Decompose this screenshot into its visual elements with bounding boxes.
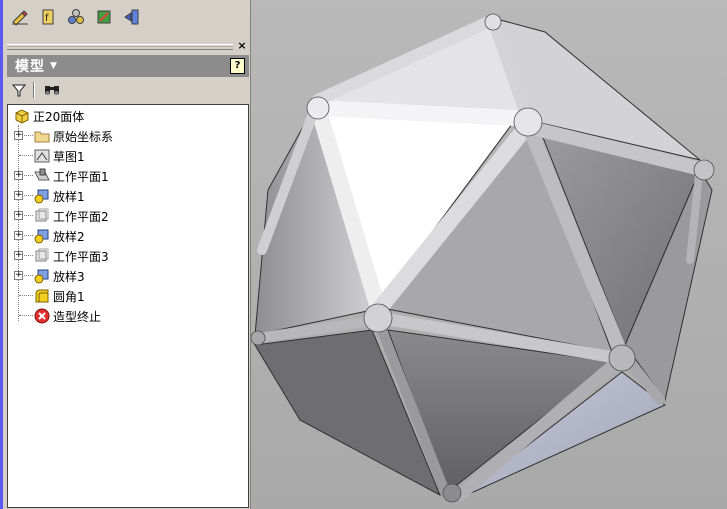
tree-item-label: 草图1 bbox=[53, 149, 85, 164]
tree-item-label: 原始坐标系 bbox=[53, 129, 114, 144]
toolbar-separator bbox=[33, 82, 35, 98]
vertex-blend bbox=[513, 107, 543, 137]
workplane-icon bbox=[35, 248, 49, 262]
tree-item-label: 放样1 bbox=[53, 189, 85, 204]
tree-item-loft2[interactable]: 放样2 bbox=[34, 226, 85, 246]
panel-close-button[interactable]: × bbox=[237, 40, 247, 52]
tree-root[interactable]: 正20面体 bbox=[14, 106, 84, 126]
tree-item-workplane1[interactable]: 工作平面1 bbox=[34, 166, 109, 186]
vertex-blend bbox=[442, 483, 462, 503]
loft-icon bbox=[34, 229, 49, 244]
tree-expander[interactable]: + bbox=[14, 271, 23, 280]
color-button[interactable] bbox=[93, 6, 115, 28]
tree-expander[interactable]: + bbox=[14, 131, 23, 140]
tree-item-workplane2[interactable]: 工作平面2 bbox=[34, 206, 109, 226]
tree-expander[interactable]: + bbox=[14, 211, 23, 220]
loft-icon bbox=[34, 269, 49, 284]
tree-item-sketch1[interactable]: 草图1 bbox=[34, 146, 85, 166]
tree-root-label: 正20面体 bbox=[33, 109, 85, 124]
tree-item-label: 放样2 bbox=[53, 229, 85, 244]
tree-connector bbox=[19, 155, 33, 157]
panel-grip[interactable] bbox=[7, 44, 233, 50]
help-button[interactable]: ? bbox=[230, 58, 245, 74]
components-icon bbox=[68, 9, 84, 24]
parameters-button[interactable]: f bbox=[37, 6, 59, 28]
tree-connector bbox=[19, 315, 33, 317]
parameters-icon: f bbox=[42, 9, 54, 25]
return-icon bbox=[124, 9, 139, 25]
tree-expander[interactable]: + bbox=[14, 231, 23, 240]
tree-connector bbox=[19, 295, 33, 297]
filter-bar bbox=[7, 80, 249, 100]
tree-item-workplane3[interactable]: 工作平面3 bbox=[34, 246, 109, 266]
tree-item-end-of-part[interactable]: 造型终止 bbox=[34, 306, 101, 326]
icosahedron-model bbox=[251, 13, 715, 503]
browser-panel: f × 模型 ▼ ? 正20面体 + 原始坐标系 草图1 + 工作平面1 + 放… bbox=[3, 0, 251, 509]
vertex-blend bbox=[608, 344, 636, 372]
app-window: f × 模型 ▼ ? 正20面体 + 原始坐标系 草图1 + 工作平面1 + 放… bbox=[0, 0, 727, 509]
filter-icon[interactable] bbox=[11, 82, 27, 98]
part-icon bbox=[15, 109, 29, 124]
folder-icon bbox=[34, 131, 50, 143]
sketch-icon bbox=[34, 149, 50, 163]
vertex-blend bbox=[693, 159, 715, 181]
sketch-icon bbox=[12, 10, 28, 26]
sketch-button[interactable] bbox=[9, 6, 31, 28]
vertex-blend bbox=[363, 303, 393, 333]
tree-expander[interactable]: + bbox=[14, 171, 23, 180]
graphics-viewport[interactable] bbox=[251, 0, 727, 509]
toolbar: f bbox=[3, 0, 250, 34]
tree-item-label: 工作平面2 bbox=[53, 209, 109, 224]
tree-item-loft3[interactable]: 放样3 bbox=[34, 266, 85, 286]
tree-item-label: 放样3 bbox=[53, 269, 85, 284]
tree-item-loft1[interactable]: 放样1 bbox=[34, 186, 85, 206]
workplane-icon bbox=[35, 208, 49, 222]
tree-item-label: 工作平面3 bbox=[53, 249, 109, 264]
tree-item-label: 造型终止 bbox=[53, 309, 102, 324]
workplane-icon bbox=[34, 168, 50, 181]
tree-expander[interactable]: + bbox=[14, 251, 23, 260]
find-binoculars-icon[interactable] bbox=[43, 82, 61, 98]
vertex-blend bbox=[306, 96, 330, 120]
tree-item-fillet1[interactable]: 圆角1 bbox=[34, 286, 85, 306]
return-button[interactable] bbox=[121, 6, 143, 28]
components-button[interactable] bbox=[65, 6, 87, 28]
tree-expander[interactable]: + bbox=[14, 191, 23, 200]
browser-header[interactable]: 模型 ▼ ? bbox=[7, 55, 249, 77]
tree-item-origin[interactable]: 原始坐标系 bbox=[34, 126, 113, 146]
model-tree: 正20面体 + 原始坐标系 草图1 + 工作平面1 + 放样1 + 工作平面2 … bbox=[7, 104, 249, 508]
vertex-blend bbox=[251, 330, 266, 346]
vertex-blend bbox=[484, 13, 502, 31]
chevron-down-icon: ▼ bbox=[50, 61, 57, 71]
tree-item-label: 圆角1 bbox=[53, 289, 85, 304]
color-icon bbox=[97, 10, 111, 24]
fillet-icon bbox=[35, 289, 49, 303]
tree-item-label: 工作平面1 bbox=[53, 169, 109, 184]
browser-title: 模型 bbox=[15, 59, 45, 75]
end-of-part-icon bbox=[34, 308, 50, 324]
loft-icon bbox=[34, 189, 49, 204]
svg-text:f: f bbox=[45, 13, 49, 24]
